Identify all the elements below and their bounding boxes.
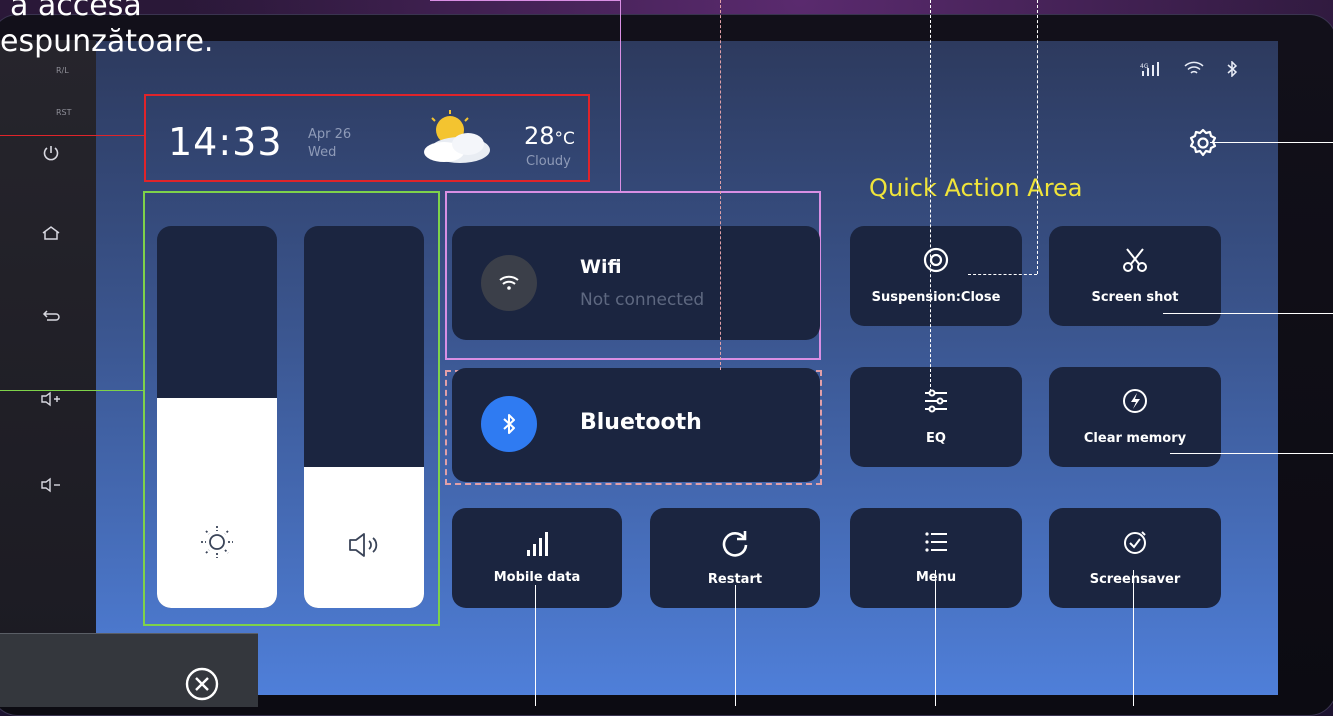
wifi-badge [481,255,537,311]
status-bar: 4G [1140,60,1238,81]
screensaver-label: Screensaver [1089,572,1181,587]
menu-label: Menu [850,570,1022,585]
power-icon[interactable] [36,144,66,168]
date-label: Apr 26 [308,127,352,142]
headline-line-2: espunzătoare. [0,24,214,59]
screenshot-leader-line [1163,313,1333,314]
screensaver-leader-line [1133,570,1134,706]
speaker-icon [304,530,424,568]
slider-leader-line [0,390,144,391]
cellular-signal-icon: 4G [1140,61,1162,81]
mobile-data-icon [452,530,622,564]
menu-leader-line [935,570,936,706]
mobile-data-label: Mobile data [493,570,581,585]
clock-time: 14:33 [168,120,283,164]
suspension-button[interactable]: Suspension:Close [850,226,1022,326]
suspension-leader-horizontal [968,274,1037,275]
eq-label: EQ [926,431,946,446]
settings-leader-line [1210,142,1333,143]
equalizer-icon [850,387,1022,421]
suspension-label: Suspension:Close [871,290,1001,305]
wifi-tile[interactable]: Wifi Not connected [452,226,820,340]
brightness-fill [157,397,277,608]
side-button-strip: R/L RST [0,40,96,706]
screenshot-button[interactable]: Screen shot [1049,226,1221,326]
scissors-icon [1049,246,1221,280]
wifi-icon [1184,61,1204,81]
suspension-leader-vertical [1037,0,1038,274]
side-label-rst: RST [56,108,72,117]
temperature-unit: °C [554,129,575,149]
clock-date: Apr 26 Wed [308,126,351,162]
volume-up-icon[interactable] [36,390,66,414]
gear-icon[interactable] [1183,124,1223,164]
bluetooth-badge [481,396,537,452]
menu-button[interactable]: Menu [850,508,1022,608]
wifi-icon [499,275,519,290]
restart-icon [650,528,820,564]
close-icon[interactable] [184,666,220,702]
overlay-popup [0,633,258,707]
clock-leader-line [0,135,144,136]
mobile-data-button[interactable]: Mobile data [452,508,622,608]
screensaver-icon [1049,528,1221,562]
menu-icon [850,528,1022,562]
wifi-leader-top [430,0,620,1]
mobile-data-leader-line [535,585,536,706]
clear-memory-leader-line [1170,453,1333,454]
weather-condition: Cloudy [526,154,571,169]
temperature: 28°C [524,122,575,150]
clear-memory-label: Clear memory [1083,431,1187,446]
side-label-rl: R/L [56,66,69,75]
temperature-value: 28 [524,122,555,150]
lightning-icon [1049,387,1221,421]
screenshot-label: Screen shot [1091,290,1179,305]
back-icon[interactable] [36,306,66,330]
bluetooth-icon [503,414,515,434]
home-icon[interactable] [36,224,66,248]
volume-slider[interactable] [304,226,424,608]
wifi-status: Not connected [580,290,705,310]
partly-cloudy-icon [410,108,498,170]
brightness-slider[interactable] [157,226,277,608]
bluetooth-tile[interactable]: Bluetooth [452,368,820,482]
bluetooth-label: Bluetooth [580,410,702,435]
bluetooth-icon [1226,60,1238,81]
wifi-leader-vertical [620,0,621,191]
screensaver-button[interactable]: Screensaver [1049,508,1221,608]
volume-down-icon[interactable] [36,476,66,500]
sun-icon [157,524,277,568]
wifi-label: Wifi [580,256,622,278]
quick-action-area-title: Quick Action Area [869,174,1083,202]
weekday-label: Wed [308,145,337,160]
eq-button[interactable]: EQ [850,367,1022,467]
clear-memory-button[interactable]: Clear memory [1049,367,1221,467]
restart-leader-line [735,585,736,706]
eq-leader-line [930,0,931,392]
bluetooth-leader-line [720,0,721,370]
